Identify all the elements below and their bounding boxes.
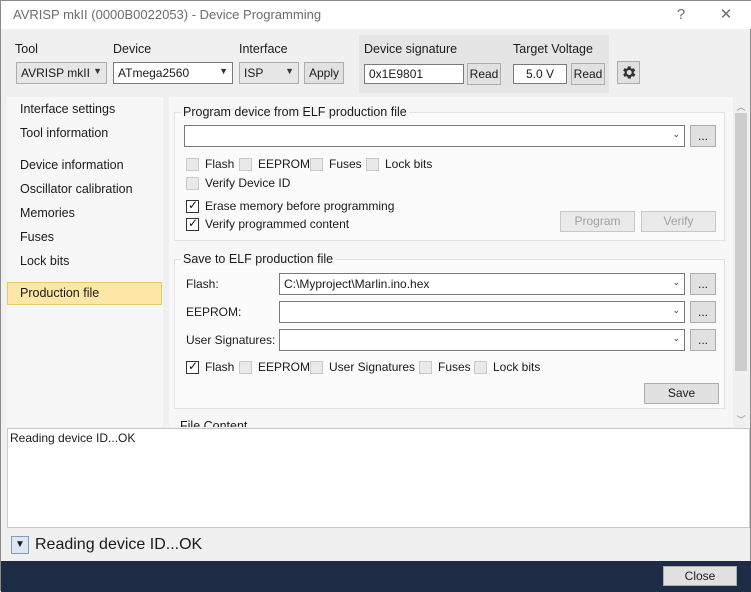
program-eeprom-checkbox[interactable]	[239, 158, 252, 171]
verify-button[interactable]: Verify	[641, 211, 716, 232]
program-lockbits-checkbox[interactable]	[366, 158, 379, 171]
save-eeprom-label: EEPROM:	[186, 305, 242, 319]
save-usersig-checkbox[interactable]	[310, 361, 323, 374]
chevron-down-icon: ▼	[93, 66, 102, 76]
save-eeprom-check-label: EEPROM	[258, 360, 311, 374]
chevron-down-icon: ▼	[219, 66, 228, 76]
sidebar-item-lock-bits[interactable]: Lock bits	[20, 254, 69, 268]
program-lockbits-label: Lock bits	[385, 157, 433, 171]
erase-memory-label: Erase memory before programming	[205, 199, 395, 213]
device-select[interactable]: ATmega2560 ▼	[113, 62, 233, 84]
production-file-panel: Program device from ELF production file …	[169, 97, 733, 427]
title-bar: AVRISP mkII (0000B0022053) - Device Prog…	[1, 1, 751, 29]
settings-button[interactable]	[617, 61, 640, 84]
footer-bar: Close	[1, 561, 751, 592]
window-title: AVRISP mkII (0000B0022053) - Device Prog…	[13, 7, 322, 22]
signature-read-button[interactable]: Read	[467, 63, 501, 85]
chevron-down-icon: ▼	[15, 539, 25, 550]
scrollbar-thumb[interactable]	[735, 113, 747, 371]
verify-content-checkbox[interactable]	[186, 216, 199, 231]
sidebar-item-device-information[interactable]: Device information	[20, 158, 124, 172]
program-flash-checkbox[interactable]	[186, 158, 199, 171]
program-button[interactable]: Program	[560, 211, 635, 232]
interface-label: Interface	[239, 42, 288, 56]
sidebar-item-memories[interactable]: Memories	[20, 206, 75, 220]
save-group: Save to ELF production file Flash: C:\My…	[174, 252, 725, 409]
program-eeprom-label: EEPROM	[258, 157, 311, 171]
sidebar: Interface settings Tool information Devi…	[7, 97, 163, 427]
sidebar-item-production-file[interactable]: Production file	[20, 286, 99, 300]
save-flash-value: C:\Myproject\Marlin.ino.hex	[284, 277, 430, 291]
gear-icon	[623, 66, 636, 79]
save-usersig-browse-button[interactable]: ...	[690, 329, 716, 351]
status-text: Reading device ID...OK	[35, 536, 203, 553]
elf-file-select[interactable]: ⌄	[184, 125, 685, 147]
save-button[interactable]: Save	[644, 383, 719, 404]
device-signature-field[interactable]: 0x1E9801	[364, 64, 464, 84]
save-eeprom-select[interactable]: ⌄	[279, 301, 685, 323]
elf-browse-button[interactable]: ...	[690, 125, 716, 147]
erase-memory-checkbox[interactable]	[186, 198, 199, 213]
program-flash-label: Flash	[205, 157, 235, 171]
status-bar: ▼ Reading device ID...OK	[7, 530, 750, 560]
device-programming-window: AVRISP mkII (0000B0022053) - Device Prog…	[0, 0, 751, 592]
program-fuses-label: Fuses	[329, 157, 362, 171]
save-flash-checkbox[interactable]	[186, 359, 199, 374]
device-select-value: ATmega2560	[118, 66, 190, 80]
interface-select[interactable]: ISP ▼	[239, 62, 299, 84]
save-lockbits-check-label: Lock bits	[493, 360, 541, 374]
log-line: Reading device ID...OK	[10, 431, 136, 445]
chevron-down-icon: ▼	[285, 66, 294, 76]
tool-select-value: AVRISP mkII	[21, 66, 90, 80]
save-usersig-select[interactable]: ⌄	[279, 329, 685, 351]
save-flash-check-label: Flash	[205, 360, 235, 374]
close-icon[interactable]: ✕	[715, 5, 737, 25]
save-flash-select[interactable]: C:\Myproject\Marlin.ino.hex ⌄	[279, 273, 685, 295]
verify-device-id-label: Verify Device ID	[205, 176, 291, 190]
save-fuses-check-label: Fuses	[438, 360, 471, 374]
save-fuses-checkbox[interactable]	[419, 361, 432, 374]
scroll-down-icon[interactable]: ﹀	[735, 413, 747, 425]
close-button[interactable]: Close	[663, 566, 737, 586]
save-flash-browse-button[interactable]: ...	[690, 273, 716, 295]
log-output: Reading device ID...OK	[7, 428, 750, 528]
target-voltage-field[interactable]: 5.0 V	[513, 64, 567, 84]
tool-select[interactable]: AVRISP mkII ▼	[16, 62, 107, 84]
scroll-up-icon[interactable]: ︿	[735, 100, 747, 112]
save-group-title: Save to ELF production file	[181, 252, 336, 266]
chevron-down-icon: ⌄	[672, 277, 680, 287]
save-eeprom-browse-button[interactable]: ...	[690, 301, 716, 323]
chevron-down-icon: ⌄	[672, 333, 680, 343]
expand-log-button[interactable]: ▼	[11, 536, 29, 554]
apply-button[interactable]: Apply	[304, 62, 344, 84]
save-lockbits-checkbox[interactable]	[474, 361, 487, 374]
verify-content-label: Verify programmed content	[205, 217, 350, 231]
interface-select-value: ISP	[244, 66, 264, 80]
program-fuses-checkbox[interactable]	[310, 158, 323, 171]
device-label: Device	[113, 42, 152, 56]
sidebar-item-oscillator-calibration[interactable]: Oscillator calibration	[20, 182, 133, 196]
help-icon[interactable]: ?	[670, 5, 692, 25]
sidebar-item-tool-information[interactable]: Tool information	[20, 126, 108, 140]
file-content-title: File Content	[180, 419, 248, 427]
chevron-down-icon: ⌄	[672, 129, 680, 139]
program-group: Program device from ELF production file …	[174, 105, 725, 241]
tool-label: Tool	[15, 42, 38, 56]
save-flash-label: Flash:	[186, 277, 219, 291]
chevron-down-icon: ⌄	[672, 305, 680, 315]
voltage-read-button[interactable]: Read	[571, 63, 605, 85]
save-usersig-check-label: User Signatures	[329, 360, 416, 374]
save-usersig-label: User Signatures:	[186, 333, 276, 347]
target-voltage-label: Target Voltage	[513, 42, 593, 56]
sidebar-item-interface-settings[interactable]: Interface settings	[20, 102, 115, 116]
device-signature-label: Device signature	[364, 42, 458, 56]
sidebar-item-fuses[interactable]: Fuses	[20, 230, 54, 244]
verify-device-id-checkbox[interactable]	[186, 177, 199, 190]
save-eeprom-checkbox[interactable]	[239, 361, 252, 374]
program-group-title: Program device from ELF production file	[181, 105, 409, 119]
